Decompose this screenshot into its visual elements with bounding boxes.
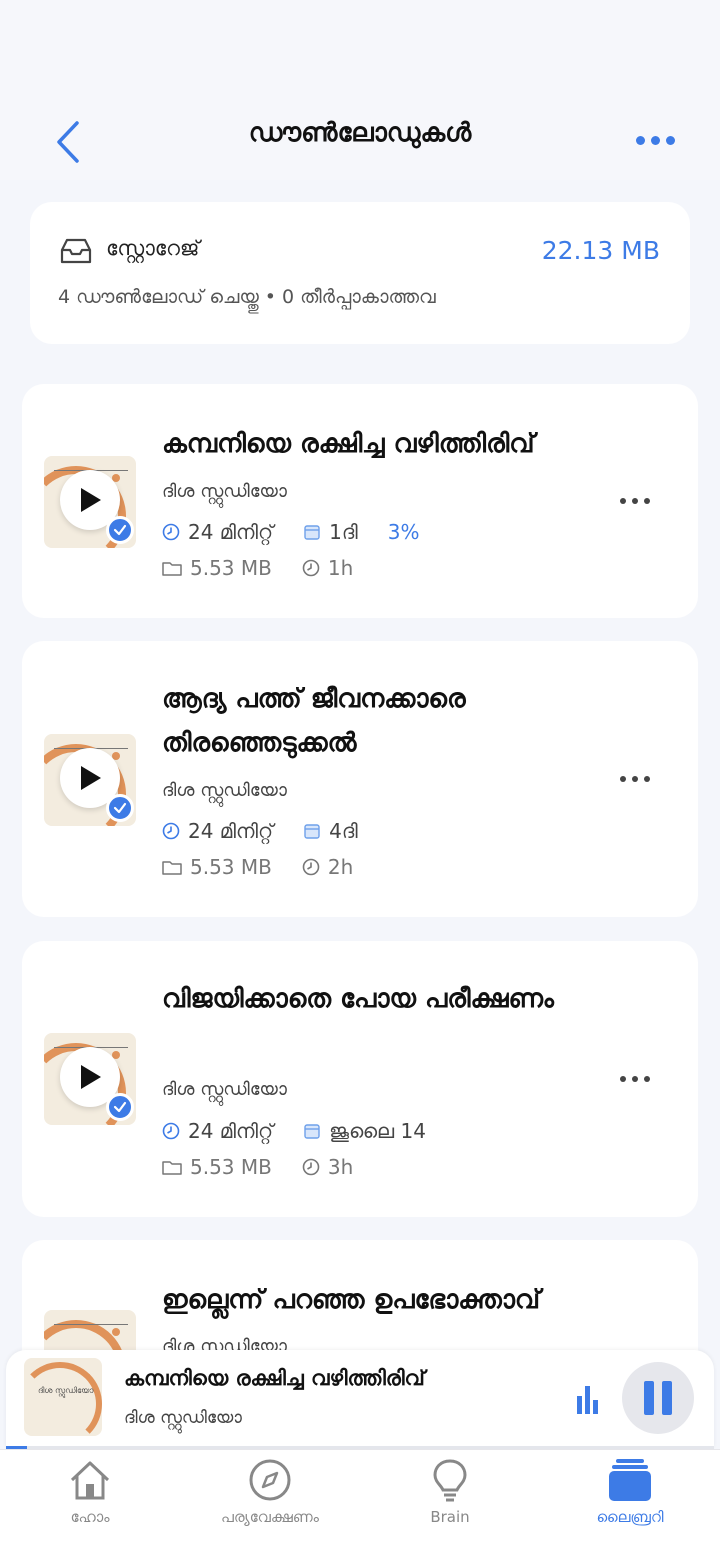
episode-title: ആദ്യ പത്ത് ജീവനക്കാരെ തിരഞ്ഞെടുക്കൽ — [162, 684, 466, 758]
clock-icon — [302, 559, 320, 577]
tab-label: ലൈബ്രറി — [596, 1508, 664, 1526]
play-icon — [81, 766, 101, 790]
now-playing-thumbnail: ദിശ സ്റ്റുഡിയോ — [24, 1358, 102, 1436]
episode-title: കമ്പനിയെ രക്ഷിച്ച വഴിത്തിരിവ് — [162, 429, 535, 459]
download-age: 1h — [327, 556, 354, 580]
storage-size: 22.13 MB — [541, 236, 660, 265]
pause-icon — [644, 1381, 654, 1415]
tray-icon — [60, 238, 92, 264]
episode-date: 1ദി — [329, 520, 358, 544]
tab-brain[interactable]: Brain — [360, 1450, 540, 1550]
storage-stats: 4 ഡൗൺലോഡ് ചെയ്തു • 0 തീർപ്പാകാത്തവ — [58, 286, 436, 308]
storage-card: സ്റ്റോറേജ് 22.13 MB 4 ഡൗൺലോഡ് ചെയ്തു • 0… — [30, 202, 690, 344]
now-playing-title: കമ്പനിയെ രക്ഷിച്ച വഴിത്തിരിവ് — [124, 1366, 425, 1390]
episode-duration: 24 മിനിറ്റ് — [188, 819, 274, 843]
library-icon — [609, 1459, 651, 1501]
download-item[interactable]: ആദ്യ പത്ത് ജീവനക്കാരെ തിരഞ്ഞെടുക്കൽ ദിശ … — [22, 641, 698, 917]
downloaded-check-icon — [106, 1093, 134, 1121]
mini-player[interactable]: ദിശ സ്റ്റുഡിയോ കമ്പനിയെ രക്ഷിച്ച വഴിത്തി… — [6, 1350, 714, 1448]
folder-icon — [162, 1161, 182, 1175]
play-icon — [81, 488, 101, 512]
compass-icon — [249, 1459, 291, 1501]
clock-icon — [302, 858, 320, 876]
episode-meta: 24 മിനിറ്റ് 4ദി — [162, 819, 388, 843]
page-title: ഡൗൺലോഡുകൾ — [248, 118, 472, 148]
pause-button[interactable] — [622, 1362, 694, 1434]
calendar-icon — [304, 824, 320, 839]
more-options-button[interactable] — [630, 128, 680, 152]
episode-title: ഇല്ലെന്ന് പറഞ്ഞ ഉപഭോക്താവ് — [162, 1285, 541, 1315]
downloaded-check-icon — [106, 794, 134, 822]
item-more-button[interactable] — [620, 496, 650, 506]
file-size: 5.53 MB — [190, 1155, 272, 1179]
thumbnail-text: ദിശ സ്റ്റുഡിയോ — [38, 1386, 94, 1395]
play-icon — [81, 1065, 101, 1089]
tab-label: ഹോം — [70, 1508, 110, 1526]
episode-duration: 24 മിനിറ്റ് — [188, 520, 274, 544]
clock-icon — [162, 1122, 180, 1140]
episode-meta: 24 മിനിറ്റ് ജൂലൈ 14 — [162, 1119, 456, 1143]
episode-meta: 24 മിനിറ്റ് 1ദി 3% — [162, 520, 420, 544]
lightbulb-icon — [433, 1459, 467, 1502]
item-more-button[interactable] — [620, 1074, 650, 1084]
file-size: 5.53 MB — [190, 556, 272, 580]
folder-icon — [162, 861, 182, 875]
header: ഡൗൺലോഡുകൾ — [0, 0, 720, 180]
episode-author: ദിശ സ്റ്റുഡിയോ — [162, 481, 287, 502]
tab-explore[interactable]: പര്യവേക്ഷണം — [180, 1450, 360, 1550]
episode-date: 4ദി — [329, 819, 358, 843]
more-horizontal-icon — [620, 776, 626, 782]
episode-file-meta: 5.53 MB 1h — [162, 556, 383, 580]
clock-icon — [302, 1158, 320, 1176]
more-horizontal-icon — [620, 1076, 626, 1082]
clock-icon — [162, 523, 180, 541]
episode-author: ദിശ സ്റ്റുഡിയോ — [162, 780, 287, 801]
download-age: 2h — [327, 855, 354, 879]
storage-label: സ്റ്റോറേജ് — [106, 236, 200, 260]
tab-label: പര്യവേക്ഷണം — [221, 1508, 319, 1526]
episode-file-meta: 5.53 MB 2h — [162, 855, 383, 879]
episode-file-meta: 5.53 MB 3h — [162, 1155, 383, 1179]
file-size: 5.53 MB — [190, 855, 272, 879]
download-age: 3h — [327, 1155, 354, 1179]
tab-bar: ഹോം പര്യവേക്ഷണം Brain ലൈബ്രറി — [0, 1449, 720, 1564]
clock-icon — [162, 822, 180, 840]
calendar-icon — [304, 525, 320, 540]
episode-duration: 24 മിനിറ്റ് — [188, 1119, 274, 1143]
tab-home[interactable]: ഹോം — [0, 1450, 180, 1550]
tab-library[interactable]: ലൈബ്രറി — [540, 1450, 720, 1550]
episode-title: വിജയിക്കാതെ പോയ പരീക്ഷണം — [162, 984, 554, 1014]
equalizer-icon — [577, 1386, 598, 1414]
listen-progress: 3% — [387, 520, 420, 544]
more-horizontal-icon — [620, 498, 626, 504]
calendar-icon — [304, 1124, 320, 1139]
home-icon — [70, 1461, 110, 1500]
item-more-button[interactable] — [620, 774, 650, 784]
download-item[interactable]: വിജയിക്കാതെ പോയ പരീക്ഷണം ദിശ സ്റ്റുഡിയോ … — [22, 941, 698, 1217]
episode-author: ദിശ സ്റ്റുഡിയോ — [162, 1079, 287, 1100]
episode-date: ജൂലൈ 14 — [329, 1119, 426, 1143]
folder-icon — [162, 562, 182, 576]
downloaded-check-icon — [106, 516, 134, 544]
tab-label: Brain — [430, 1508, 470, 1526]
now-playing-author: ദിശ സ്റ്റുഡിയോ — [124, 1408, 242, 1428]
more-horizontal-icon — [635, 135, 645, 145]
download-item[interactable]: കമ്പനിയെ രക്ഷിച്ച വഴിത്തിരിവ് ദിശ സ്റ്റു… — [22, 384, 698, 618]
